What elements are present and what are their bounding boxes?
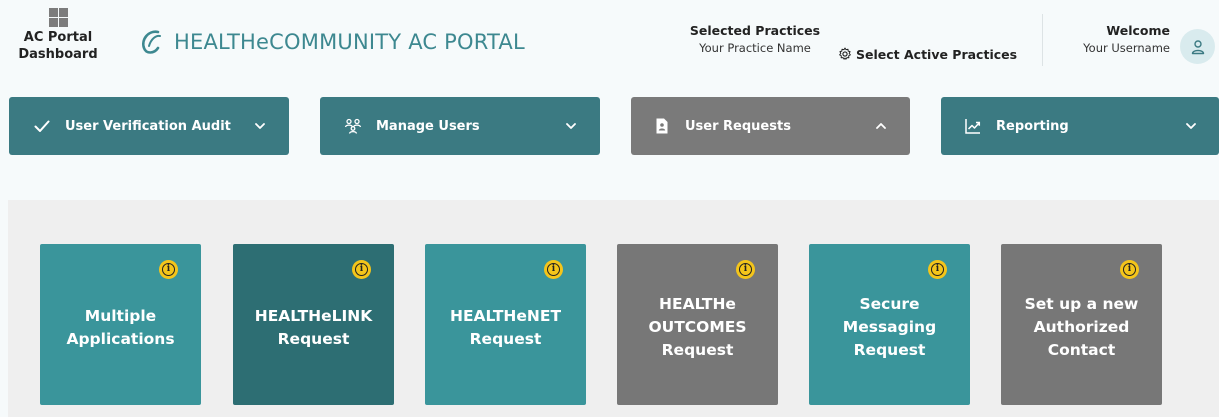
card-label: HEALTHeLINK Request — [254, 306, 373, 348]
info-icon[interactable]: i — [159, 260, 178, 279]
nav-label: User Requests — [685, 118, 791, 134]
info-icon[interactable]: i — [352, 260, 371, 279]
header-divider — [1042, 14, 1043, 66]
user-icon — [1191, 39, 1204, 54]
nav-label: Reporting — [996, 118, 1069, 134]
chevron-down-icon — [566, 123, 576, 129]
request-doc-icon — [653, 117, 671, 135]
practice-name: Your Practice Name — [699, 41, 811, 55]
nav-label: Manage Users — [376, 118, 480, 134]
portal-title: HEALTHeCOMMUNITY AC PORTAL — [174, 30, 525, 54]
card-label: HEALTHe OUTCOMES Request — [648, 295, 747, 359]
nav-reporting[interactable]: Reporting — [941, 97, 1219, 155]
username: Your Username — [1083, 41, 1170, 55]
card-new-authorized-contact[interactable]: i Set up a new Authorized Contact — [1001, 244, 1162, 405]
info-icon[interactable]: i — [736, 260, 755, 279]
selected-practices-title: Selected Practices — [689, 23, 821, 38]
check-icon — [33, 117, 51, 135]
nav-label: User Verification Audit — [65, 118, 231, 134]
avatar[interactable] — [1180, 29, 1215, 64]
card-secure-messaging-request[interactable]: i Secure Messaging Request — [809, 244, 970, 405]
dashboard-grid-icon — [48, 8, 68, 27]
card-label: HEALTHeNET Request — [449, 306, 562, 348]
card-multiple-applications[interactable]: i Multiple Applications — [40, 244, 201, 405]
healthecommunity-logo-icon — [142, 30, 161, 54]
nav-user-requests[interactable]: User Requests — [631, 97, 910, 155]
info-icon[interactable]: i — [1120, 260, 1139, 279]
dashboard-label: AC Portal Dashboard — [18, 30, 98, 62]
ac-portal-dashboard-link[interactable]: AC Portal Dashboard — [8, 8, 108, 63]
nav-user-verification-audit[interactable]: User Verification Audit — [9, 97, 289, 155]
card-label: Secure Messaging Request — [842, 295, 937, 359]
chart-icon — [964, 117, 982, 135]
chevron-down-icon — [1186, 123, 1196, 129]
selected-practices: Selected Practices Your Practice Name — [660, 22, 850, 57]
card-label: Multiple Applications — [66, 306, 175, 348]
welcome-title: Welcome — [1106, 23, 1170, 38]
chevron-down-icon — [255, 123, 265, 129]
nav-manage-users[interactable]: Manage Users — [320, 97, 600, 155]
portal-brand[interactable]: HEALTHeCOMMUNITY AC PORTAL — [136, 26, 525, 58]
card-label: Set up a new Authorized Contact — [1024, 295, 1139, 359]
card-healthe-outcomes-request[interactable]: i HEALTHe OUTCOMES Request — [617, 244, 778, 405]
card-healthenet-request[interactable]: i HEALTHeNET Request — [425, 244, 586, 405]
select-active-practices-label: Select Active Practices — [856, 46, 1018, 62]
users-icon — [344, 117, 362, 135]
welcome-block: Welcome Your Username — [1062, 22, 1170, 57]
select-active-practices-button[interactable]: Select Active Practices — [838, 44, 1017, 64]
gear-icon — [839, 47, 851, 60]
chevron-up-icon — [876, 123, 886, 129]
info-icon[interactable]: i — [928, 260, 947, 279]
card-healthelink-request[interactable]: i HEALTHeLINK Request — [233, 244, 394, 405]
info-icon[interactable]: i — [544, 260, 563, 279]
